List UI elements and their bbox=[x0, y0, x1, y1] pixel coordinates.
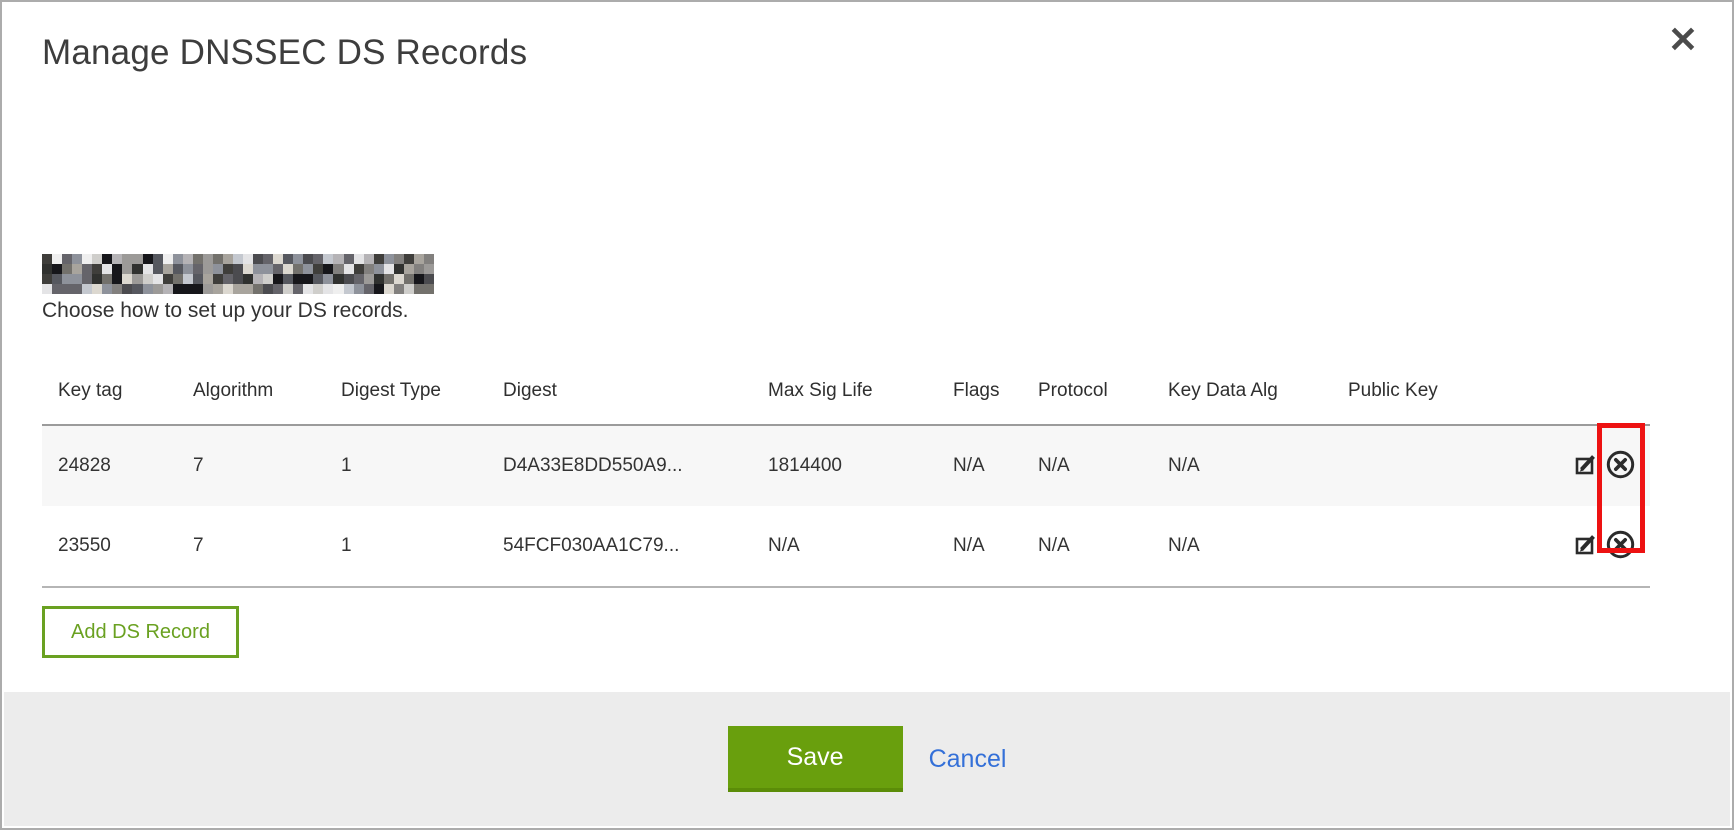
cell-digest: 54FCF030AA1C79... bbox=[487, 506, 752, 587]
col-header-digest: Digest bbox=[487, 350, 752, 425]
cell-algorithm: 7 bbox=[177, 425, 325, 506]
save-button[interactable]: Save bbox=[728, 726, 903, 792]
manage-dnssec-modal: ✕ Manage DNSSEC DS Records Choose how to… bbox=[0, 0, 1734, 830]
col-header-protocol: Protocol bbox=[1022, 350, 1152, 425]
page-title: Manage DNSSEC DS Records bbox=[42, 30, 1692, 76]
modal-footer: Save Cancel bbox=[4, 692, 1730, 826]
col-header-algorithm: Algorithm bbox=[177, 350, 325, 425]
cell-digest-type: 1 bbox=[325, 425, 487, 506]
edit-icon[interactable] bbox=[1574, 452, 1599, 477]
cancel-link[interactable]: Cancel bbox=[929, 745, 1007, 774]
col-header-actions bbox=[1558, 350, 1650, 425]
cell-protocol: N/A bbox=[1022, 425, 1152, 506]
cell-actions bbox=[1558, 506, 1650, 587]
cell-flags: N/A bbox=[937, 425, 1022, 506]
col-header-public-key: Public Key bbox=[1332, 350, 1558, 425]
cell-public-key bbox=[1332, 506, 1558, 587]
cell-actions bbox=[1558, 425, 1650, 506]
cell-key-tag: 24828 bbox=[42, 425, 177, 506]
ds-records-table: Key tag Algorithm Digest Type Digest Max… bbox=[42, 350, 1650, 588]
col-header-key-data-alg: Key Data Alg bbox=[1152, 350, 1332, 425]
table-row: 24828 7 1 D4A33E8DD550A9... 1814400 N/A … bbox=[42, 425, 1650, 506]
cell-digest: D4A33E8DD550A9... bbox=[487, 425, 752, 506]
delete-icon[interactable] bbox=[1605, 529, 1636, 560]
cell-max-sig-life: N/A bbox=[752, 506, 937, 587]
table-header-row: Key tag Algorithm Digest Type Digest Max… bbox=[42, 350, 1650, 425]
cell-key-tag: 23550 bbox=[42, 506, 177, 587]
add-ds-record-button[interactable]: Add DS Record bbox=[42, 606, 239, 658]
col-header-max-sig-life: Max Sig Life bbox=[752, 350, 937, 425]
cell-digest-type: 1 bbox=[325, 506, 487, 587]
instruction-text: Choose how to set up your DS records. bbox=[42, 296, 1692, 326]
col-header-digest-type: Digest Type bbox=[325, 350, 487, 425]
cell-key-data-alg: N/A bbox=[1152, 425, 1332, 506]
edit-icon[interactable] bbox=[1574, 532, 1599, 557]
cell-algorithm: 7 bbox=[177, 506, 325, 587]
redacted-domain-name bbox=[42, 254, 434, 294]
cell-protocol: N/A bbox=[1022, 506, 1152, 587]
cell-max-sig-life: 1814400 bbox=[752, 425, 937, 506]
cell-key-data-alg: N/A bbox=[1152, 506, 1332, 587]
col-header-flags: Flags bbox=[937, 350, 1022, 425]
modal-content: Manage DNSSEC DS Records Choose how to s… bbox=[2, 2, 1732, 658]
cell-public-key bbox=[1332, 425, 1558, 506]
table-row: 23550 7 1 54FCF030AA1C79... N/A N/A N/A … bbox=[42, 506, 1650, 587]
close-icon[interactable]: ✕ bbox=[1668, 22, 1698, 58]
delete-icon[interactable] bbox=[1605, 449, 1636, 480]
col-header-key-tag: Key tag bbox=[42, 350, 177, 425]
cell-flags: N/A bbox=[937, 506, 1022, 587]
